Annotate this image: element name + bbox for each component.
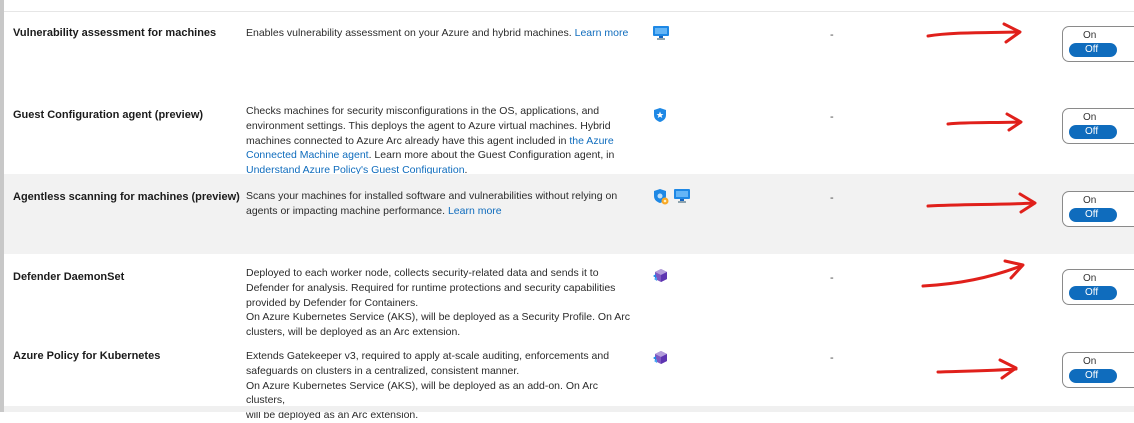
azure-connected-machine-agent-link[interactable]: Connected Machine agent — [246, 149, 369, 161]
toggle-on-option[interactable]: On — [1083, 195, 1096, 206]
shield-gear-icon — [654, 189, 669, 205]
azure-connected-machine-agent-link[interactable]: the Azure — [569, 135, 613, 147]
table-row: Guest Configuration agent (preview) Chec… — [4, 94, 1134, 177]
toggle-off-option[interactable]: Off — [1069, 369, 1117, 383]
component-name: Azure Policy for Kubernetes — [13, 350, 161, 362]
component-description: Enables vulnerability assessment on your… — [246, 27, 629, 39]
status-value: - — [830, 111, 834, 123]
component-description: Deployed to each worker node, collects s… — [246, 267, 631, 339]
resource-icons — [652, 107, 668, 123]
status-value: - — [830, 272, 834, 284]
annotation-arrow — [926, 192, 1037, 214]
resource-icons — [652, 25, 670, 41]
toggle-off-option[interactable]: Off — [1069, 286, 1117, 300]
toggle-off-option[interactable]: Off — [1069, 43, 1117, 57]
component-description: Checks machines for security misconfigur… — [246, 105, 615, 177]
annotation-arrow — [926, 22, 1022, 44]
monitor-icon — [653, 26, 669, 40]
toggle-off-option[interactable]: Off — [1069, 125, 1117, 139]
status-value: - — [830, 29, 834, 41]
kubernetes-cube-icon — [653, 351, 667, 364]
on-off-toggle[interactable]: On Off — [1062, 26, 1134, 62]
on-off-toggle[interactable]: On Off — [1062, 108, 1134, 144]
toggle-on-option[interactable]: On — [1083, 273, 1096, 284]
table-row: Vulnerability assessment for machines En… — [4, 12, 1134, 95]
component-description: Scans your machines for installed softwa… — [246, 190, 618, 217]
annotation-arrow — [921, 259, 1025, 288]
component-name: Guest Configuration agent (preview) — [13, 109, 204, 121]
annotation-arrow — [946, 112, 1023, 132]
learn-more-link[interactable]: Learn more — [448, 205, 502, 217]
toggle-on-option[interactable]: On — [1083, 30, 1096, 41]
table-row: Azure Policy for Kubernetes Extends Gate… — [4, 344, 1134, 421]
monitor-icon — [674, 189, 690, 203]
resource-icons — [652, 267, 670, 285]
on-off-toggle[interactable]: On Off — [1062, 269, 1134, 305]
bottom-edge-shade — [4, 406, 1134, 412]
resource-icons — [652, 188, 691, 206]
toggle-off-option[interactable]: Off — [1069, 208, 1117, 222]
table-row: Defender DaemonSet Deployed to each work… — [4, 254, 1134, 345]
component-name: Agentless scanning for machines (preview… — [13, 191, 240, 203]
status-value: - — [830, 192, 834, 204]
on-off-toggle[interactable]: On Off — [1062, 191, 1134, 227]
resource-icons — [652, 349, 670, 367]
component-name: Vulnerability assessment for machines — [13, 27, 217, 39]
kubernetes-cube-icon — [653, 269, 667, 282]
table-row: Agentless scanning for machines (preview… — [4, 174, 1134, 255]
shield-star-icon — [654, 108, 666, 122]
status-value: - — [830, 352, 834, 364]
annotation-arrow — [936, 358, 1018, 380]
toggle-on-option[interactable]: On — [1083, 356, 1096, 367]
learn-more-link[interactable]: Learn more — [575, 27, 629, 39]
component-name: Defender DaemonSet — [13, 271, 125, 283]
toggle-on-option[interactable]: On — [1083, 112, 1096, 123]
on-off-toggle[interactable]: On Off — [1062, 352, 1134, 388]
